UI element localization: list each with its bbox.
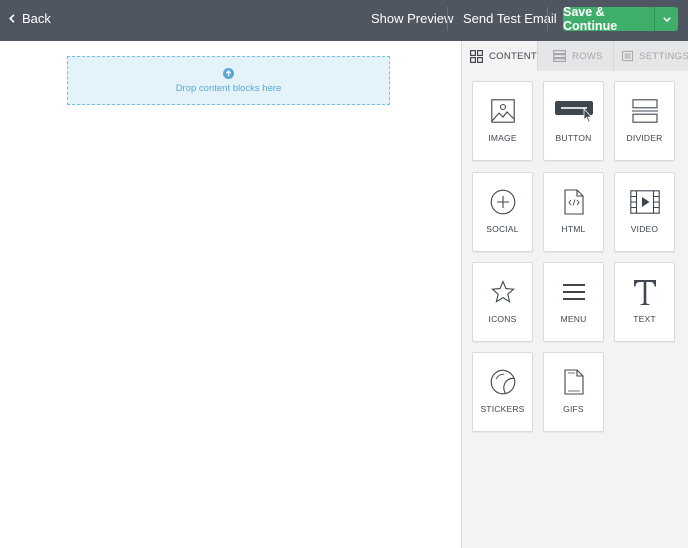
block-label: SOCIAL: [486, 224, 519, 234]
block-social[interactable]: SOCIAL: [472, 172, 533, 252]
html-icon: [563, 189, 584, 215]
menu-icon: [562, 284, 585, 300]
save-options-dropdown[interactable]: [654, 7, 678, 31]
email-canvas: Drop content blocks here: [0, 41, 461, 548]
block-text[interactable]: TEXT: [614, 262, 675, 342]
content-panel: CONTENT ROWS SETTINGS IMAGE BUTTON DIVID…: [461, 41, 688, 548]
upload-arrow-icon: [223, 67, 234, 79]
block-label: GIFS: [563, 404, 584, 414]
star-icon: [490, 280, 515, 303]
block-label: HTML: [561, 224, 586, 234]
chevron-left-icon: [9, 14, 15, 23]
block-menu[interactable]: MENU: [543, 262, 604, 342]
block-html[interactable]: HTML: [543, 172, 604, 252]
divider-icon: [631, 99, 658, 123]
show-preview-button[interactable]: Show Preview: [371, 0, 453, 37]
image-icon: [490, 99, 515, 123]
top-bar: Back Show Preview Send Test Email Save &…: [0, 0, 688, 41]
send-test-email-button[interactable]: Send Test Email: [463, 0, 557, 37]
block-button[interactable]: BUTTON: [543, 81, 604, 161]
block-label: MENU: [560, 314, 587, 324]
tab-label: ROWS: [572, 50, 603, 62]
separator: [547, 7, 548, 31]
block-image[interactable]: IMAGE: [472, 81, 533, 161]
chevron-down-icon: [662, 16, 671, 22]
save-continue-button[interactable]: Save & Continue: [563, 5, 654, 33]
dropzone-text: Drop content blocks here: [175, 82, 282, 94]
separator: [447, 7, 448, 31]
button-icon: [554, 101, 593, 123]
text-icon: [633, 280, 656, 305]
rows-icon: [553, 50, 566, 62]
sticker-icon: [490, 369, 515, 395]
tab-label: CONTENT: [488, 50, 537, 62]
panel-tabs: CONTENT ROWS SETTINGS: [462, 41, 688, 71]
video-icon: [629, 190, 660, 214]
grid-icon: [470, 49, 483, 63]
tab-rows[interactable]: ROWS: [538, 41, 613, 71]
block-divider[interactable]: DIVIDER: [614, 81, 675, 161]
back-label: Back: [22, 11, 51, 26]
block-label: VIDEO: [630, 224, 659, 234]
block-label: ICONS: [488, 314, 517, 324]
block-video[interactable]: VIDEO: [614, 172, 675, 252]
block-label: BUTTON: [555, 133, 592, 143]
gif-file-icon: [563, 369, 584, 395]
block-stickers[interactable]: STICKERS: [472, 352, 533, 432]
block-label: STICKERS: [480, 404, 525, 414]
block-label: DIVIDER: [626, 133, 663, 143]
back-button[interactable]: Back: [9, 0, 51, 37]
block-label: IMAGE: [488, 133, 517, 143]
social-icon: [490, 189, 515, 215]
tab-content[interactable]: CONTENT: [462, 41, 537, 71]
block-label: TEXT: [633, 314, 656, 324]
settings-icon: [622, 50, 634, 62]
content-dropzone[interactable]: Drop content blocks here: [67, 56, 390, 105]
block-icons[interactable]: ICONS: [472, 262, 533, 342]
block-gifs[interactable]: GIFS: [543, 352, 604, 432]
tab-label: SETTINGS: [639, 50, 688, 62]
tab-settings[interactable]: SETTINGS: [614, 41, 688, 71]
